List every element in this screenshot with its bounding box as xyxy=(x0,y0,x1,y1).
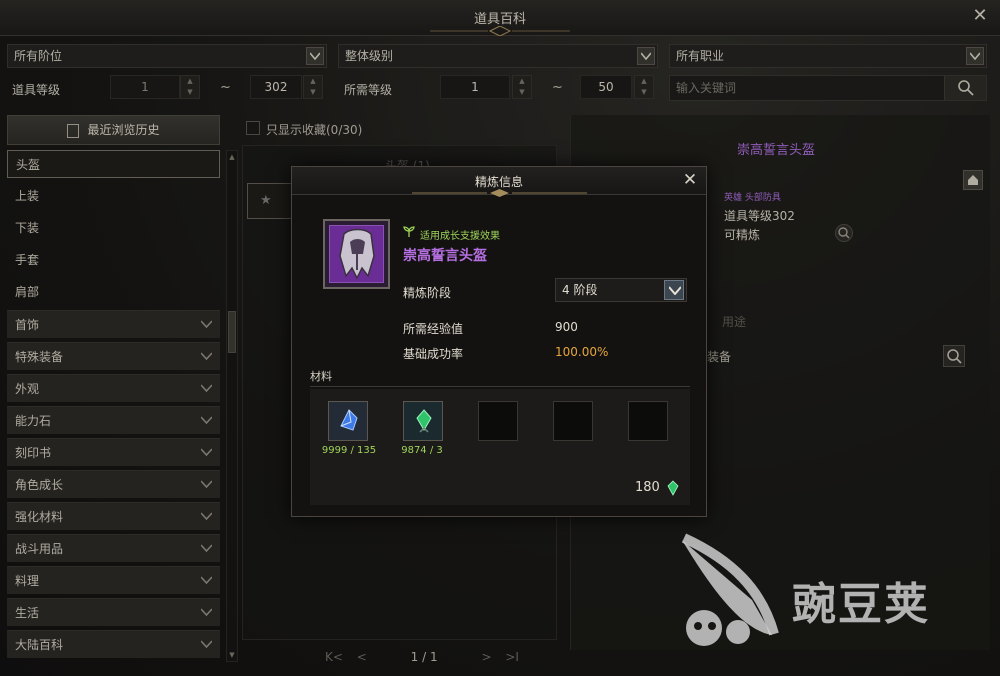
divider xyxy=(310,386,690,387)
chevron-down-icon xyxy=(664,280,684,300)
helmet-icon xyxy=(329,225,384,283)
green-crystal-icon xyxy=(416,409,432,433)
green-shard-icon xyxy=(667,480,679,496)
material-slot-empty xyxy=(478,401,518,441)
item-icon-frame xyxy=(323,219,390,289)
material-count: 9999 / 135 xyxy=(321,445,377,456)
dialog-header: 精炼信息 ✕ xyxy=(292,167,706,197)
refine-cost-value: 180 xyxy=(635,480,660,495)
exp-label: 所需经验值 xyxy=(403,322,464,336)
exp-value: 900 xyxy=(555,320,578,334)
materials-label: 材料 xyxy=(310,370,332,383)
close-dialog-button[interactable]: ✕ xyxy=(680,170,700,190)
success-rate-value: 100.00% xyxy=(555,345,609,359)
stage-value: 4 阶段 xyxy=(562,283,598,297)
material-slot-empty xyxy=(628,401,668,441)
dialog-ornament-icon xyxy=(412,189,587,197)
success-rate-label: 基础成功率 xyxy=(403,347,464,361)
refine-info-dialog: 精炼信息 ✕ 适用成长支援效果 崇高誓言头盔 精炼阶段 4 阶段 所需经验值 9… xyxy=(291,166,707,517)
growth-support-badge: 适用成长支援效果 xyxy=(420,231,500,242)
dialog-title: 精炼信息 xyxy=(474,175,523,189)
material-count: 9874 / 3 xyxy=(401,445,443,456)
blue-crystal-icon xyxy=(340,409,358,431)
growth-support-icon xyxy=(403,226,415,237)
stage-label: 精炼阶段 xyxy=(403,286,452,300)
refine-stage-select[interactable]: 4 阶段 xyxy=(555,278,687,302)
material-slot[interactable] xyxy=(403,401,443,441)
material-slot[interactable] xyxy=(328,401,368,441)
material-slot-empty xyxy=(553,401,593,441)
materials-area: 9999 / 135 9874 / 3 xyxy=(310,389,690,505)
dialog-item-name: 崇高誓言头盔 xyxy=(403,248,487,264)
